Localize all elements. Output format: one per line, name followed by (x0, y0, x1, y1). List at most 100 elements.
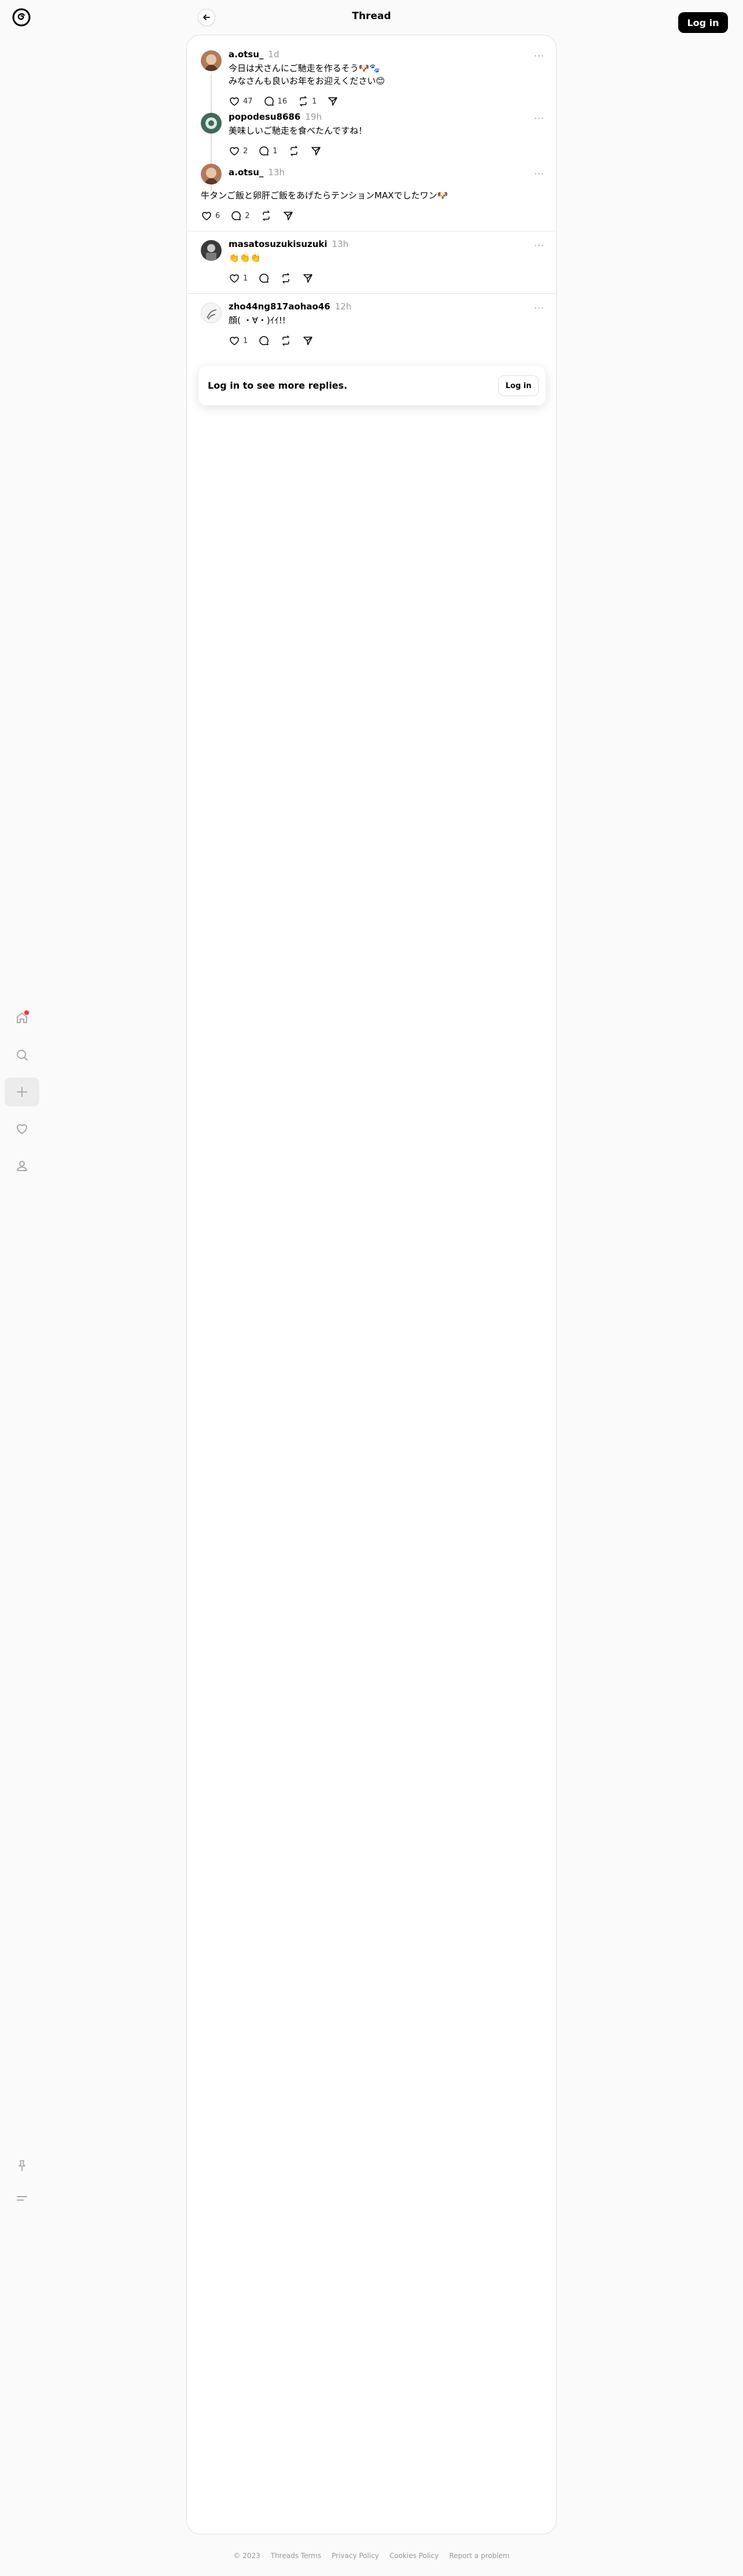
login-prompt-button[interactable]: Log in (498, 375, 539, 396)
repost-button[interactable] (280, 335, 292, 346)
reply-button[interactable]: 1 (258, 145, 278, 157)
more-options-button[interactable]: ··· (534, 50, 545, 61)
repost-button[interactable] (260, 210, 272, 222)
post-username[interactable]: popodesu8686 19h (229, 112, 322, 122)
like-count: 6 (215, 211, 220, 220)
repost-icon (282, 335, 290, 346)
more-options-button[interactable]: ··· (534, 168, 545, 179)
repost-button[interactable] (288, 145, 300, 157)
reply-button[interactable] (258, 272, 270, 284)
divider (187, 293, 557, 294)
comment-icon (231, 211, 241, 220)
sidebar-item-profile[interactable] (5, 1152, 39, 1180)
post-username[interactable]: zho44ng817aohao46 12h (229, 301, 351, 312)
login-prompt-text: Log in to see more replies. (208, 380, 348, 391)
username[interactable]: masatosuzukisuzuki (229, 239, 328, 249)
sidebar-item-create[interactable] (5, 1077, 39, 1106)
repost-button[interactable] (280, 272, 292, 284)
like-button[interactable]: 1 (229, 335, 248, 346)
comment-icon (259, 146, 269, 156)
sidebar-item-menu[interactable] (5, 2184, 39, 2213)
footer: © 2023 Threads Terms Privacy Policy Cook… (0, 2552, 743, 2560)
login-button[interactable]: Log in (678, 12, 728, 33)
copyright: © 2023 (233, 2552, 260, 2560)
sidebar-item-home[interactable] (5, 1003, 39, 1032)
more-options-button[interactable]: ··· (534, 113, 545, 124)
back-button[interactable] (198, 9, 215, 26)
post-time: 19h (305, 112, 322, 122)
footer-link-cookies[interactable]: Cookies Policy (389, 2552, 439, 2560)
more-options-button[interactable]: ··· (534, 240, 545, 251)
post-text: 顔( ・∀・)ｲｲ!! (229, 315, 286, 326)
footer-link-terms[interactable]: Threads Terms (271, 2552, 321, 2560)
post-actions: 2 1 (229, 145, 322, 157)
reply-button[interactable] (258, 335, 270, 346)
post-username[interactable]: a.otsu_ 1d (229, 49, 279, 60)
share-button[interactable] (282, 210, 294, 222)
send-icon (328, 97, 338, 106)
thread-card: a.otsu_ 1d ··· 今日は犬さんにご馳走を作るそう🐶🐾 みなさんも良いお… (186, 35, 557, 2534)
comment-icon (264, 97, 274, 106)
post-actions: 1 (229, 335, 314, 346)
like-count: 47 (243, 97, 253, 106)
more-options-button[interactable]: ··· (534, 302, 545, 313)
heart-icon (230, 97, 239, 106)
footer-link-privacy[interactable]: Privacy Policy (332, 2552, 379, 2560)
avatar[interactable] (201, 240, 222, 261)
share-button[interactable] (302, 272, 314, 284)
sidebar-item-pin[interactable] (5, 2151, 39, 2180)
heart-icon (230, 147, 239, 156)
heart-icon (17, 1124, 27, 1134)
post-actions: 6 2 (201, 210, 294, 222)
search-icon (17, 1050, 28, 1061)
share-button[interactable] (327, 95, 339, 107)
repost-icon (300, 96, 307, 106)
send-icon (311, 147, 321, 156)
login-prompt: Log in to see more replies. Log in (198, 366, 546, 405)
reply-count: 1 (273, 146, 278, 156)
post-username[interactable]: masatosuzukisuzuki 13h (229, 239, 348, 249)
reply-count: 16 (277, 97, 288, 106)
post-text: 今日は犬さんにご馳走を作るそう🐶🐾 みなさんも良いお年をお迎えください😊 (229, 63, 385, 86)
username[interactable]: zho44ng817aohao46 (229, 301, 330, 312)
sidebar-item-activity[interactable] (5, 1114, 39, 1143)
post-actions: 1 (229, 272, 314, 284)
avatar[interactable] (201, 302, 222, 323)
repost-icon (290, 146, 297, 156)
post-time: 1d (268, 49, 279, 60)
sidebar-item-search[interactable] (5, 1040, 39, 1069)
like-button[interactable]: 6 (201, 210, 220, 222)
avatar[interactable] (201, 164, 222, 184)
arrow-left-icon (203, 14, 210, 20)
repost-button[interactable]: 1 (297, 95, 317, 107)
like-button[interactable]: 1 (229, 272, 248, 284)
username[interactable]: popodesu8686 (229, 112, 300, 122)
send-icon (283, 212, 293, 220)
username[interactable]: a.otsu_ (229, 167, 263, 178)
post-username[interactable]: a.otsu_ 13h (229, 167, 285, 178)
reply-button[interactable]: 16 (263, 95, 288, 107)
avatar[interactable] (201, 113, 222, 134)
menu-icon (17, 2196, 27, 2201)
share-button[interactable] (302, 335, 314, 346)
repost-icon (282, 273, 290, 283)
avatar[interactable] (201, 50, 222, 71)
post-time: 12h (334, 301, 352, 312)
footer-link-report[interactable]: Report a problem (449, 2552, 509, 2560)
post-text: 牛タンご飯と卵肝ご飯をあげたらテンションMAXでしたワン🐶 (201, 190, 448, 201)
like-count: 2 (243, 146, 248, 156)
heart-icon (230, 337, 239, 345)
notification-dot (24, 1010, 29, 1015)
repost-count: 1 (312, 97, 317, 106)
like-button[interactable]: 2 (229, 145, 248, 157)
post-time: 13h (268, 167, 285, 178)
post-time: 13h (332, 239, 349, 249)
like-button[interactable]: 47 (229, 95, 253, 107)
share-button[interactable] (310, 145, 322, 157)
reply-count: 2 (245, 211, 250, 220)
username[interactable]: a.otsu_ (229, 49, 263, 60)
profile-icon (17, 1161, 27, 1171)
reply-button[interactable]: 2 (230, 210, 250, 222)
like-count: 1 (243, 336, 248, 345)
like-count: 1 (243, 274, 248, 283)
